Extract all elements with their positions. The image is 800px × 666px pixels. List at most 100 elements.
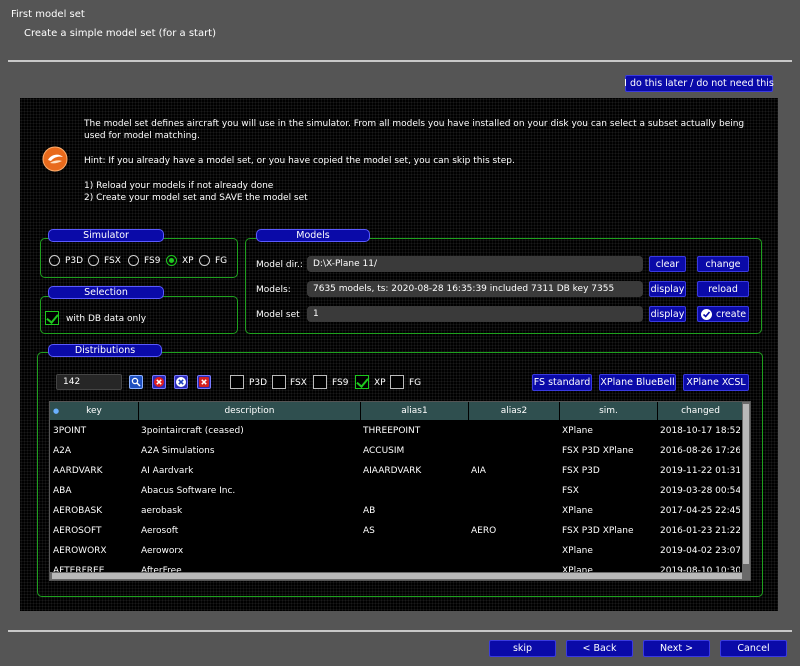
distribution-filter-input[interactable]: 142 <box>56 374 122 390</box>
header-divider <box>8 60 792 62</box>
table-cell: XPlane <box>562 506 593 516</box>
next-button[interactable]: Next > <box>643 640 710 657</box>
wizard-page-subtitle: Create a simple model set (for a start) <box>24 28 217 39</box>
sim-radio-fg[interactable] <box>199 255 210 266</box>
sim-radio-xp[interactable] <box>166 255 177 266</box>
table-cell: aerobask <box>141 506 183 516</box>
remove-icon[interactable] <box>174 375 188 389</box>
wizard-page-title: First model set <box>11 9 85 20</box>
dist-sim-fsx-checkbox[interactable] <box>272 375 286 389</box>
intro-hint: Hint: If you already have a model set, o… <box>84 156 515 166</box>
table-cell: AIA <box>471 466 486 476</box>
dist-sim-p3d-checkbox[interactable] <box>230 375 244 389</box>
table-cell: XPlane <box>562 546 593 556</box>
intro-step-1: 1) Reload your models if not already don… <box>84 181 274 191</box>
sim-radio-fsx-label: FSX <box>104 256 121 266</box>
models-info-field: 7635 models, ts: 2020-08-28 16:35:39 inc… <box>307 281 643 297</box>
distributions-group-title: Distributions <box>48 344 162 357</box>
column-header-changed[interactable]: changed <box>658 402 744 420</box>
table-cell: Aerosoft <box>141 526 179 536</box>
dist-sim-xp-label: XP <box>374 378 386 388</box>
table-cell: XPlane <box>562 426 593 436</box>
vertical-scroll-thumb[interactable] <box>743 404 749 564</box>
db-data-only-label: with DB data only <box>66 314 147 324</box>
table-row[interactable]: AEROBASK aerobask AB XPlane 2017-04-25 22:45… <box>50 502 742 522</box>
horizontal-scroll-thumb[interactable] <box>52 573 742 579</box>
display-models-button[interactable]: display <box>649 281 686 297</box>
dist-sim-p3d-label: P3D <box>249 378 268 388</box>
table-cell: 2018-10-17 18:52:0 <box>660 426 740 436</box>
table-row[interactable]: 3POINT 3pointaircraft (ceased) THREEPOINT X… <box>50 422 742 442</box>
dist-sim-xp-checkbox[interactable] <box>355 375 369 389</box>
create-button-label: create <box>716 308 747 320</box>
table-cell: AEROWORX <box>53 546 107 556</box>
models-label: Models: <box>256 285 291 295</box>
dist-sim-fs9-checkbox[interactable] <box>313 375 327 389</box>
xplane-bluebell-button[interactable]: XPlane BlueBell <box>599 374 676 391</box>
clear-filter-icon[interactable] <box>152 375 166 389</box>
column-header-alias1[interactable]: alias1 <box>361 402 469 420</box>
column-header-description[interactable]: description <box>139 402 361 420</box>
model-dir-field[interactable]: D:\X-Plane 11/ <box>307 256 643 272</box>
table-cell: 2019-03-28 00:54:1 <box>660 486 740 496</box>
display-model-set-button[interactable]: display <box>649 306 686 322</box>
selection-group-title: Selection <box>48 286 164 299</box>
db-data-only-checkbox[interactable] <box>45 311 59 325</box>
swift-logo-icon <box>42 146 68 172</box>
vertical-scrollbar[interactable] <box>742 402 750 572</box>
table-row[interactable]: ABA Abacus Software Inc. FSX 2019-03-28 00:… <box>50 482 742 502</box>
table-row[interactable]: AEROWORX Aeroworx XPlane 2019-04-02 23:07:1 <box>50 542 742 562</box>
sim-radio-xp-label: XP <box>182 256 194 266</box>
column-header-alias2[interactable]: alias2 <box>469 402 560 420</box>
table-row[interactable]: AEROSOFT Aerosoft AS AERO FSX P3D XPlane 2016… <box>50 522 742 542</box>
table-cell: Aeroworx <box>141 546 184 556</box>
footer-divider <box>8 630 792 632</box>
table-cell: AS <box>363 526 375 536</box>
table-cell: FSX P3D XPlane <box>562 446 634 456</box>
column-header-key[interactable]: ● key <box>50 402 139 420</box>
model-set-field: 1 <box>307 306 643 322</box>
reload-button[interactable]: reload <box>697 281 749 297</box>
table-cell: Abacus Software Inc. <box>141 486 236 496</box>
table-cell: AB <box>363 506 376 516</box>
do-later-button[interactable]: I do this later / do not need this <box>624 75 774 92</box>
search-filter-icon[interactable] <box>129 375 143 389</box>
table-cell: FSX P3D <box>562 466 600 476</box>
column-header-key-label: key <box>86 406 102 416</box>
table-cell: 2017-04-25 22:45:2 <box>660 506 740 516</box>
skip-button[interactable]: skip <box>489 640 556 657</box>
create-button[interactable]: create <box>697 306 749 322</box>
sim-radio-fg-label: FG <box>215 256 228 266</box>
xplane-xcsl-button[interactable]: XPlane XCSL <box>683 374 749 391</box>
column-header-sim[interactable]: sim. <box>560 402 658 420</box>
sim-radio-p3d-label: P3D <box>65 256 84 266</box>
change-dir-button[interactable]: change <box>697 256 749 272</box>
table-cell: ACCUSIM <box>363 446 405 456</box>
dist-sim-fg-checkbox[interactable] <box>390 375 404 389</box>
table-row[interactable]: AARDVARK AI Aardvark AIAARDVARK AIA FSX P3D 2… <box>50 462 742 482</box>
cancel-button[interactable]: Cancel <box>720 640 787 657</box>
sim-radio-fsx[interactable] <box>88 255 99 266</box>
fs-standard-button[interactable]: FS standard <box>532 374 592 391</box>
table-cell: AEROBASK <box>53 506 103 516</box>
table-cell: A2A Simulations <box>141 446 215 456</box>
table-cell: A2A <box>53 446 72 456</box>
table-cell: 3POINT <box>53 426 87 436</box>
table-cell: AIAARDVARK <box>363 466 422 476</box>
table-cell: FSX <box>562 486 579 496</box>
sim-radio-p3d[interactable] <box>49 255 60 266</box>
models-group-title: Models <box>256 229 370 242</box>
back-button[interactable]: < Back <box>566 640 633 657</box>
distributions-table[interactable]: ● key description alias1 alias2 sim. cha… <box>49 401 751 581</box>
sim-radio-fs9[interactable] <box>128 255 139 266</box>
table-cell: 2019-04-02 23:07:1 <box>660 546 740 556</box>
table-row[interactable]: A2A A2A Simulations ACCUSIM FSX P3D XPlane 2… <box>50 442 742 462</box>
table-cell: AI Aardvark <box>141 466 194 476</box>
table-cell: FSX P3D XPlane <box>562 526 634 536</box>
table-cell: AERO <box>471 526 497 536</box>
clear-button[interactable]: clear <box>649 256 686 272</box>
sort-indicator-icon: ● <box>53 407 60 415</box>
delete-icon[interactable] <box>197 375 211 389</box>
dist-sim-fs9-label: FS9 <box>332 378 349 388</box>
horizontal-scrollbar[interactable] <box>50 572 750 580</box>
